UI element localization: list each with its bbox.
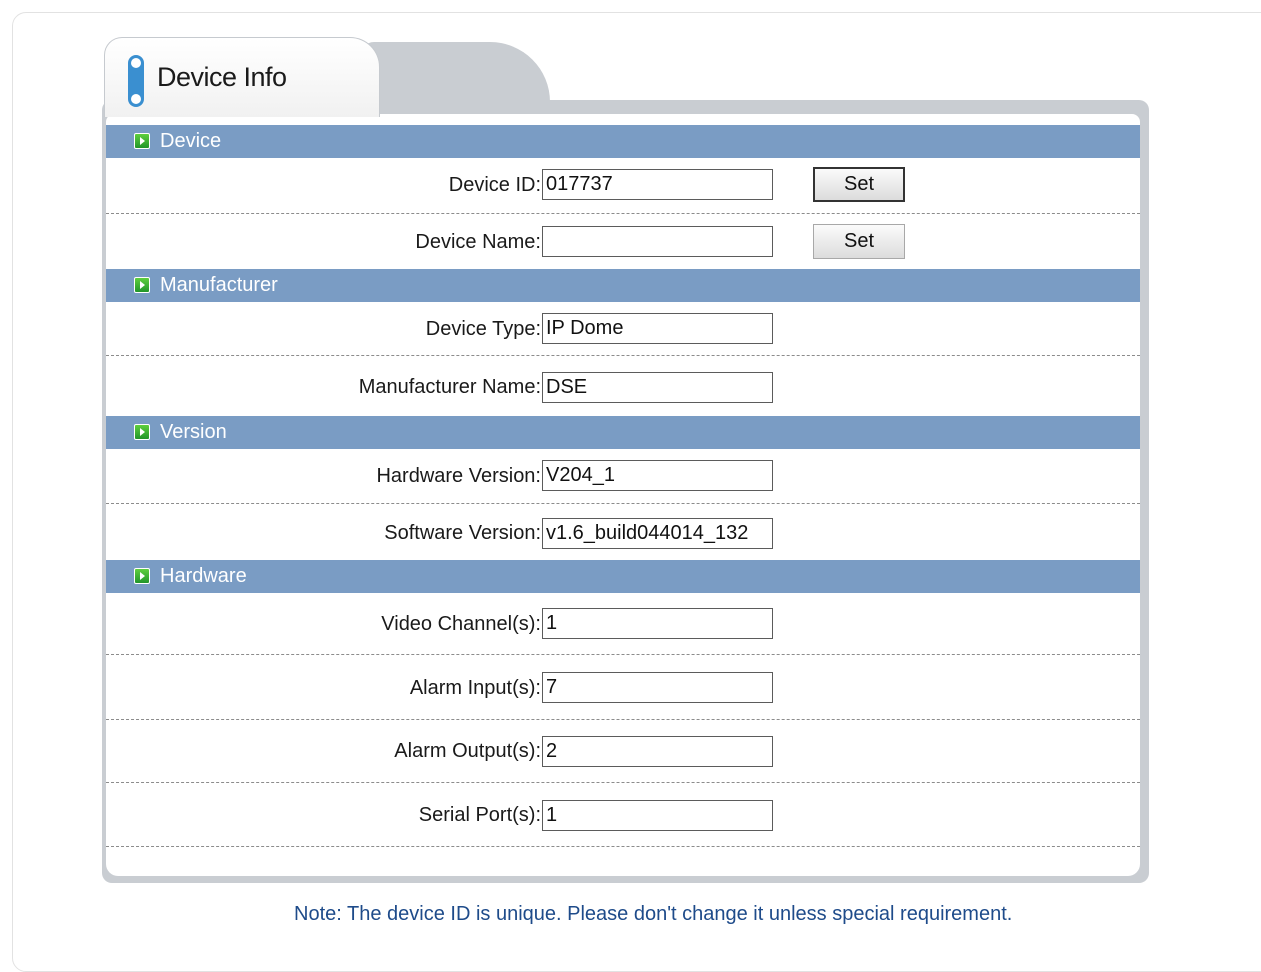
device-id-label: Device ID: [448,174,541,196]
device-name-label: Device Name: [415,231,541,253]
tab-device-info[interactable]: Device Info [104,37,380,117]
video-channels-field[interactable] [542,608,773,639]
section-arrow-icon [134,277,150,293]
section-title: Device [160,130,222,152]
device-id-note: Note: The device ID is unique. Please do… [294,903,1013,925]
manufacturer-name-field[interactable] [542,372,773,403]
tab-title: Device Info [157,62,287,92]
section-header-version: Version [106,416,1140,449]
info-pill-icon [128,55,144,107]
device-name-field[interactable] [542,226,773,257]
row-divider [106,654,1140,655]
section-header-hardware: Hardware [106,560,1140,593]
section-header-manufacturer: Manufacturer [106,269,1140,302]
set-device-id-button[interactable]: Set [813,167,905,202]
row-divider [106,355,1140,356]
video-channels-label: Video Channel(s): [381,613,541,635]
section-title: Version [160,421,227,443]
section-header-device: Device [106,125,1140,158]
hardware-version-label: Hardware Version: [376,465,541,487]
serial-ports-label: Serial Port(s): [418,804,541,826]
device-id-field[interactable] [542,169,773,200]
section-arrow-icon [134,133,150,149]
row-divider [106,503,1140,504]
alarm-outputs-field[interactable] [542,736,773,767]
section-title: Hardware [160,565,247,587]
manufacturer-name-label: Manufacturer Name: [358,376,541,398]
section-arrow-icon [134,568,150,584]
software-version-label: Software Version: [384,522,541,544]
row-divider [106,213,1140,214]
set-device-name-button[interactable]: Set [813,224,905,259]
alarm-inputs-field[interactable] [542,672,773,703]
row-divider [106,782,1140,783]
section-title: Manufacturer [160,274,278,296]
hardware-version-field[interactable] [542,460,773,491]
alarm-inputs-label: Alarm Input(s): [409,677,541,699]
row-divider [106,719,1140,720]
device-type-field[interactable] [542,313,773,344]
alarm-outputs-label: Alarm Output(s): [394,740,541,762]
software-version-field[interactable] [542,518,773,549]
section-arrow-icon [134,424,150,440]
device-type-label: Device Type: [425,318,541,340]
serial-ports-field[interactable] [542,800,773,831]
row-divider [106,846,1140,847]
